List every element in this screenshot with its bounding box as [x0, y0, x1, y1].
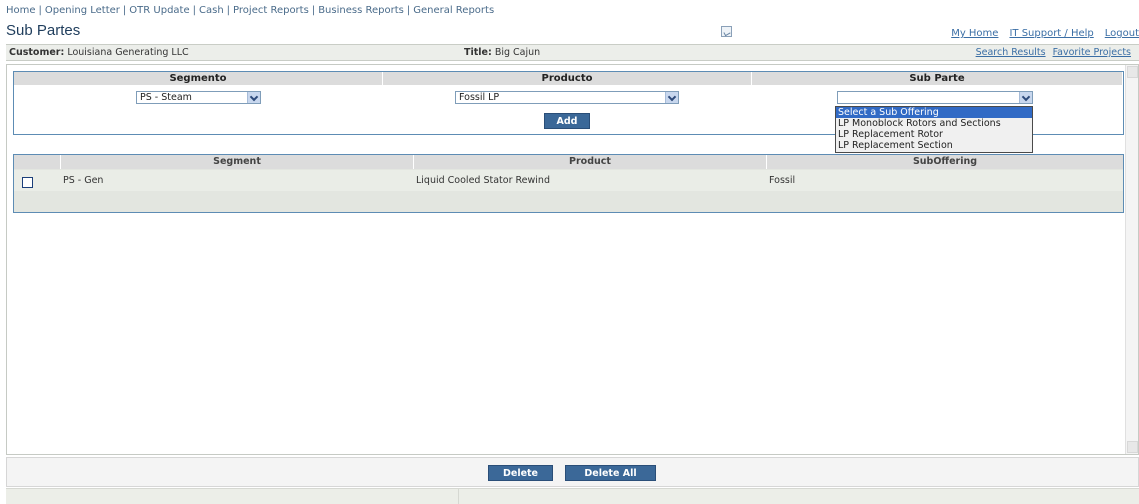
producto-select[interactable]: Fossil LP [455, 91, 679, 104]
header-segment: Segment [60, 155, 413, 169]
subparte-list: Segment Product SubOffering PS - Gen Liq… [13, 154, 1124, 213]
chevron-down-icon[interactable] [1019, 92, 1032, 103]
export-icon[interactable] [721, 26, 732, 37]
dropdown-option[interactable]: LP Monoblock Rotors and Sections [836, 118, 1032, 129]
favorite-projects-link[interactable]: Favorite Projects [1053, 47, 1131, 58]
title-label: Title: [464, 47, 492, 58]
status-divider [458, 489, 459, 504]
dropdown-option[interactable]: LP Replacement Rotor [836, 129, 1032, 140]
sub-parte-dropdown-list: Select a Sub Offering LP Monoblock Rotor… [835, 106, 1033, 153]
nav-general-reports[interactable]: General Reports [413, 5, 494, 16]
nav-opening-letter[interactable]: Opening Letter [45, 5, 120, 16]
chevron-down-icon[interactable] [665, 92, 678, 103]
customer-info-bar: Customer: Louisiana Generating LLC Title… [6, 44, 1139, 61]
nav-cash[interactable]: Cash [199, 5, 224, 16]
dropdown-option[interactable]: Select a Sub Offering [836, 107, 1032, 118]
scroll-up-button[interactable] [1127, 66, 1138, 78]
row-product: Liquid Cooled Stator Rewind [416, 175, 550, 186]
row-checkbox[interactable] [22, 177, 33, 188]
nav-separator: | [406, 5, 411, 16]
nav-project-reports[interactable]: Project Reports [233, 5, 309, 16]
header-suboffering: SubOffering [766, 155, 1123, 169]
segmento-value: PS - Steam [140, 92, 192, 103]
header-segmento: Segmento [14, 72, 383, 85]
my-home-link[interactable]: My Home [951, 28, 998, 39]
customer-info: Customer: Louisiana Generating LLC [9, 47, 189, 58]
nav-separator: | [38, 5, 42, 16]
title-info: Title: Big Cajun [464, 47, 540, 58]
segmento-select[interactable]: PS - Steam [136, 91, 261, 104]
nav-business-reports[interactable]: Business Reports [318, 5, 404, 16]
nav-separator: | [122, 5, 127, 16]
add-button[interactable]: Add [544, 113, 590, 129]
logout-link[interactable]: Logout [1105, 28, 1139, 39]
status-bar [6, 488, 1139, 504]
nav-separator: | [226, 5, 231, 16]
page-title: Sub Partes [6, 22, 81, 39]
sub-parte-select[interactable] [837, 91, 1033, 104]
nav-otr-update[interactable]: OTR Update [129, 5, 189, 16]
top-nav: Home | Opening Letter | OTR Update | Cash | Proj… [6, 5, 494, 16]
vertical-scrollbar[interactable] [1125, 65, 1138, 454]
chevron-down-icon[interactable] [247, 92, 260, 103]
it-support-link[interactable]: IT Support / Help [1009, 28, 1093, 39]
dropdown-option[interactable]: LP Replacement Section [836, 140, 1032, 151]
header-product: Product [413, 155, 766, 169]
search-results-link[interactable]: Search Results [976, 47, 1046, 58]
footer-actions: Delete Delete All [6, 457, 1139, 487]
producto-value: Fossil LP [459, 92, 500, 103]
scroll-down-button[interactable] [1127, 441, 1138, 453]
nav-separator: | [192, 5, 196, 16]
table-row: PS - Gen Liquid Cooled Stator Rewind Fos… [14, 170, 1123, 191]
row-suboffering: Fossil [769, 175, 796, 186]
delete-button[interactable]: Delete [488, 465, 553, 481]
title-value: Big Cajun [494, 47, 541, 58]
nav-separator: | [311, 5, 316, 16]
delete-all-button[interactable]: Delete All [565, 465, 656, 481]
customer-label: Customer: [9, 47, 65, 58]
customer-value: Louisiana Generating LLC [67, 47, 189, 58]
header-select [14, 155, 60, 169]
nav-home[interactable]: Home [6, 5, 36, 16]
top-links: My Home IT Support / Help Logout [940, 28, 1139, 39]
header-sub-parte: Sub Parte [752, 72, 1123, 85]
info-links: Search Results Favorite Projects [969, 47, 1131, 58]
row-segment: PS - Gen [63, 175, 104, 186]
header-producto: Producto [383, 72, 752, 85]
